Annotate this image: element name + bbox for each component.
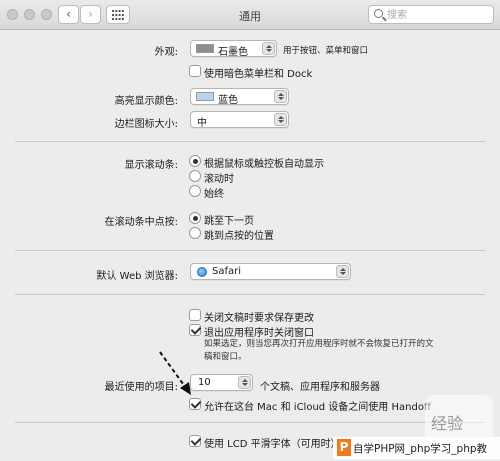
system-preferences-window: ‹ › 通用 外观: 石墨色 用于按钮、菜单和窗口 使用暗色菜单栏和 Do [0,0,500,461]
note-line: 稿和窗口。 [204,352,247,362]
popup-arrows-icon [336,265,349,278]
sidebar-icon-label: 边栏图标大小: [114,119,178,130]
scrollbars-always-radio[interactable] [189,185,201,197]
watermark-bubble-text: 经验 [431,414,464,433]
popup-arrows-icon [274,90,287,103]
appearance-popup[interactable]: 石墨色 [190,40,277,58]
highlight-label: 高亮显示颜色: [114,96,178,107]
search-field[interactable] [368,5,494,24]
default-browser-popup[interactable]: Safari [190,263,351,280]
scrollbars-option[interactable]: 始终 [204,185,224,200]
watermark-logo: P [337,439,351,456]
lcd-font-label[interactable]: 使用 LCD 平滑字体（可用时） [204,435,341,450]
scroll-click-option[interactable]: 跳至下一页 [204,212,254,227]
scrollbars-auto-radio[interactable] [189,155,201,167]
scrollbars-option[interactable]: 根据鼠标或触控板自动显示 [204,155,324,170]
annotation-arrow-icon [159,351,191,395]
separator [15,294,485,295]
note-line: 如果选定，则当您再次打开应用程序时就不会恢复已打开的文 [204,339,434,349]
popup-arrows-icon [274,113,287,126]
recent-items-suffix: 个文稿、应用程序和服务器 [260,382,380,393]
scroll-jump-radio[interactable] [189,227,201,239]
recent-items-value: 10 [198,377,211,388]
search-input[interactable] [387,8,487,22]
search-icon [374,9,383,18]
highlight-popup[interactable]: 蓝色 [190,88,289,106]
ask-save-label[interactable]: 关闭文稿时要求保存更改 [204,309,314,324]
dark-menu-checkbox[interactable] [189,65,201,77]
lcd-font-checkbox[interactable] [189,435,201,447]
watermark-text: 自学PHP网_php学习_php教 [353,443,488,455]
recent-items-popup[interactable]: 10 [190,374,253,391]
close-windows-checkbox[interactable] [189,324,201,336]
browser-value: Safari [212,266,242,277]
safari-icon [197,267,207,277]
ask-save-checkbox[interactable] [189,309,201,321]
scroll-next-page-radio[interactable] [189,212,201,224]
separator [15,250,485,251]
toolbar: ‹ › 通用 [0,0,500,30]
scrollbars-label: 显示滚动条: [124,160,178,171]
appearance-label: 外观: [154,47,178,58]
sidebar-icon-value: 中 [197,118,207,129]
scrollbars-scrolling-radio[interactable] [189,170,201,182]
appearance-value: 石墨色 [218,47,248,58]
dark-menu-label[interactable]: 使用暗色菜单栏和 Dock [204,65,312,80]
popup-arrows-icon [238,376,251,389]
appearance-note: 用于按钮、菜单和窗口 [283,46,369,56]
browser-label: 默认 Web 浏览器: [96,271,178,282]
graphite-swatch [196,44,214,53]
scroll-click-option[interactable]: 跳到点按的位置 [204,227,274,242]
scroll-click-label: 在滚动条中点按: [104,217,178,228]
scrollbars-option[interactable]: 滚动时 [204,170,234,185]
handoff-label[interactable]: 允许在这台 Mac 和 iCloud 设备之间使用 Handoff [204,398,431,413]
sidebar-icon-popup[interactable]: 中 [190,111,289,129]
highlight-value: 蓝色 [218,95,238,106]
popup-arrows-icon [262,42,275,55]
separator [15,422,485,423]
blue-swatch [196,92,214,101]
close-windows-note: 如果选定，则当您再次打开应用程序时就不会恢复已打开的文 稿和窗口。 [204,338,494,364]
separator [15,141,485,142]
watermark-bar: P 自学PHP网_php学习_php教 [333,437,500,459]
close-windows-label[interactable]: 退出应用程序时关闭窗口 [204,324,314,339]
